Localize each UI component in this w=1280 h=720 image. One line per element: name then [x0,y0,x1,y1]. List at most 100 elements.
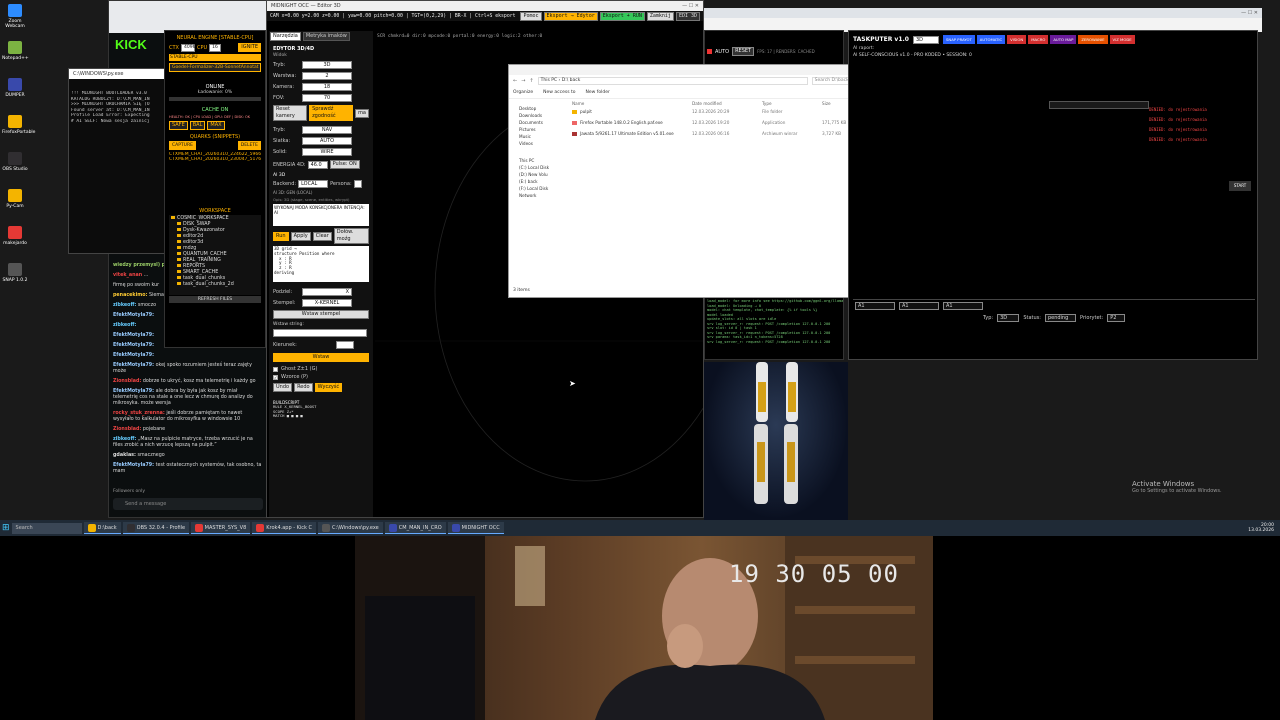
cpu-input[interactable]: 16 [209,43,222,52]
nav-item[interactable]: Network [519,192,563,199]
taskputer-start-button[interactable]: START [1229,181,1251,191]
code-editor[interactable]: 3D grid → structure Position where x : R … [273,246,369,282]
podziel-input[interactable]: X [302,288,352,296]
safe-button[interactable]: SAFE [169,121,188,130]
chat-username[interactable]: EfektMotyla79: [113,463,154,468]
back-arrow-icon[interactable]: ← [513,78,517,84]
mode-select[interactable]: NAV [302,126,352,134]
taskputer-header-button[interactable]: SNAP PRAYOT [942,35,975,44]
editor-top-button[interactable]: EDI 3D [675,11,700,21]
taskputer-header-button[interactable]: AUTOMATIC [976,35,1006,44]
wzorce-checkbox[interactable]: ✓ [273,374,278,380]
console-titlebar[interactable]: C:\WINDOWS\py.exe [69,69,172,79]
taskputer-header-button[interactable]: ZEROWANIE [1078,35,1108,44]
chat-username[interactable]: Zionsblad: [113,427,141,432]
column-header[interactable]: Name [572,101,692,106]
chat-username[interactable]: EfektMotyla79: [113,353,154,358]
chat-username[interactable]: EfektMotyla79: [113,333,154,338]
taskputer-header-button[interactable]: AUTO MAP [1050,35,1077,44]
backend-select[interactable]: LOCAL [298,180,329,188]
desktop-shortcut[interactable]: OBS Studio [2,152,28,172]
taskputer-window[interactable]: TASKPUTER v1.0 3D SNAP PRAYOT AUTOMATIC VI… [848,30,1258,360]
check-compat-button[interactable]: Sprawdź zgodność [309,105,354,121]
editor-top-button[interactable]: Eksport + RUN [599,11,645,21]
field-tag[interactable]: A1 [943,302,983,310]
browser-titlebar[interactable]: — ☐ ✕ [700,8,1262,18]
bal-button[interactable]: BAL [189,121,206,130]
taskbar-app[interactable]: MIDNIGHT OCC [447,522,504,534]
tab-metryka[interactable]: Metryka imaków [302,32,350,41]
desktop-shortcut[interactable]: Notepad++ [2,41,29,61]
chat-username[interactable]: EfektMotyla79: [113,343,154,348]
warstwa-slider[interactable]: 2 [302,72,352,80]
taskputer-header-button[interactable]: VIZ MODE [1109,35,1135,44]
ai-run-button[interactable]: Dołów. moźg [333,228,369,244]
browser-window-back[interactable]: — ☐ ✕ [700,8,1262,32]
kick-message-input[interactable]: Send a message [113,498,263,510]
desktop-shortcut[interactable]: SNAP 1.0.2 [2,263,28,283]
editor-top-button[interactable]: Zamknij [646,11,674,21]
desktop-shortcut[interactable]: FirefoxPortable [2,115,35,135]
chat-username[interactable]: EfektMotyla79: [113,313,154,318]
editor-window-controls[interactable]: — ☐ ✕ [682,3,699,9]
stable-cpu-badge[interactable]: STABLE-CPU [169,54,261,61]
start-button-icon[interactable]: ⊞ [2,523,10,533]
wstaw-button[interactable]: Wstaw [273,353,369,362]
chat-username[interactable]: zibkeoff: [113,303,136,308]
nav-item[interactable]: Music [519,133,563,140]
chat-username[interactable]: zibkeoff: [113,437,136,442]
tryb-select[interactable]: 3D [302,61,352,69]
desktop-shortcut[interactable]: Zoom Webcam [2,4,28,29]
console-window[interactable]: C:\WINDOWS\py.exe !!! MIDNIGHT BOOTLOADE… [68,68,173,254]
delete-button[interactable]: DELETE [237,141,261,150]
field-tag[interactable]: A1 [855,302,895,310]
taskbar-app[interactable]: OBS 32.0.4 - Profile [122,522,189,534]
workspace-tree[interactable]: COSMIC_WORKSPACE DISK_SWAP Dysk-Kwazonator… [169,215,261,295]
ai-run-button[interactable]: Clear [312,231,332,241]
capture-button[interactable]: CAPTURE [169,141,196,150]
chat-username[interactable]: EfektMotyla79: [113,389,154,394]
wstaw-stempel-button[interactable]: Wstaw stempel [273,310,369,319]
siatka-select[interactable]: AUTO [302,137,352,145]
typ-select[interactable]: 3D [997,314,1020,322]
nav-item[interactable]: (F:) Local Disk [519,185,563,192]
taskbar-app[interactable]: Krok4.app - Kick C [252,522,317,534]
address-bar[interactable]: This PC › D:\ back [537,77,808,85]
nav-item[interactable]: Pictures [519,126,563,133]
persona-select[interactable] [353,180,362,188]
field-tag[interactable]: A1 [899,302,939,310]
nav-item[interactable]: Documents [519,119,563,126]
chat-username[interactable]: gdaklas: [113,453,136,458]
taskbar-app[interactable]: C:\Windows\py.exe [318,522,383,534]
nav-item[interactable]: Downloads [519,112,563,119]
chat-username[interactable]: Zionsblad: [113,379,141,384]
desktop-shortcut[interactable]: makejardo [2,226,28,246]
tab-narzedzia[interactable]: Narzędzia [270,32,301,41]
taskputer-header-button[interactable]: VISION [1007,35,1027,44]
taskbar-app[interactable]: MASTER_SYS_V8 [190,522,251,534]
model-select[interactable]: Goedel-Formalizer-32B-SonnetAnnotat [169,63,261,72]
ribbon-button[interactable]: Organize [513,90,533,95]
solid-select[interactable]: WIRE [302,148,352,156]
nav-item[interactable]: Videos [519,140,563,147]
ctx-input[interactable]: 4096 [180,43,195,52]
nav-item[interactable]: (D:) New Volu [519,171,563,178]
taskbar-app[interactable]: CM_MAN_IN_CRO [384,522,446,534]
desktop-shortcut[interactable]: Py-Cam [2,189,28,209]
nav-item[interactable]: Desktop [519,105,563,112]
reset-camera-button[interactable]: Reset kamery [273,105,308,121]
editor-titlebar[interactable]: MIDNIGHT OCC — Editor 3D — ☐ ✕ [267,1,703,11]
up-arrow-icon[interactable]: ↑ [529,78,533,84]
kierunek-select[interactable] [336,341,354,349]
more-button[interactable]: ma [355,108,369,118]
ribbon-button[interactable]: New access to [543,90,575,95]
status-select[interactable]: pending [1044,314,1077,322]
chat-username[interactable]: EfektMotyla79: [113,363,154,368]
edit-action-button[interactable]: Wyczyść [314,383,343,392]
window-controls[interactable]: — ☐ ✕ [1241,10,1258,16]
ai-run-button[interactable]: Apply [290,231,311,241]
editor-top-button[interactable]: Pomoc [520,11,542,21]
reset-button[interactable]: RESET [732,47,755,56]
ai-run-button[interactable]: Run [273,231,289,241]
chat-username[interactable]: vitek_anan [113,273,142,278]
